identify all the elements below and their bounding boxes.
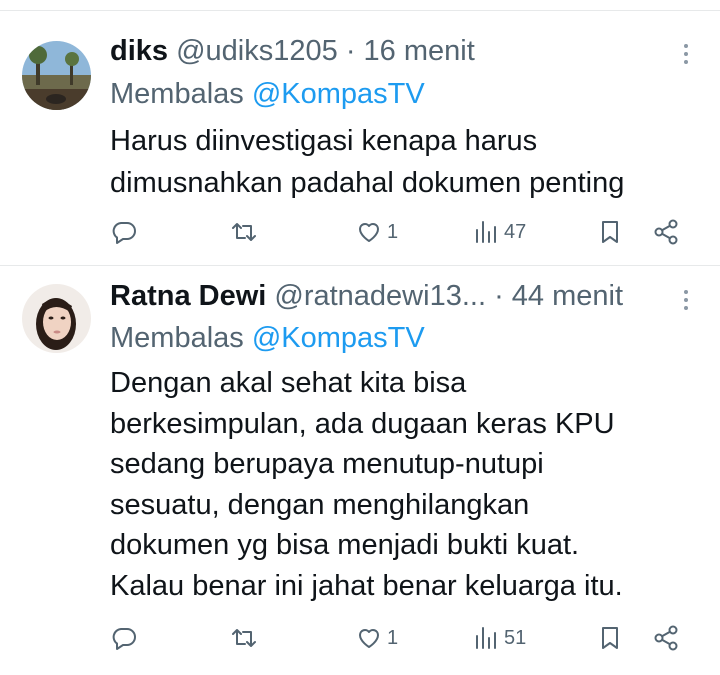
like-count: 1 [387,626,399,649]
mention-link[interactable]: @KompasTV [252,78,425,110]
action-bar: 1 51 [110,621,700,655]
reply-icon [112,628,136,650]
mention-link[interactable]: @KompasTV [252,322,425,354]
action-bar: 1 47 [110,215,700,249]
tweet-header: Ratna Dewi @ratnadewi13... · 44 menit [110,279,660,313]
like-count: 1 [387,220,399,243]
heart-icon [359,629,379,648]
retweet-button[interactable] [230,215,258,249]
heart-icon [359,223,379,242]
views-icon [476,221,496,243]
reply-button[interactable] [110,215,138,249]
views-count: 47 [504,220,527,243]
display-name[interactable]: diks [110,35,168,67]
retweet-icon [232,223,256,241]
timestamp[interactable]: 44 menit [512,280,623,312]
tweet-header: diks @udiks1205 · 16 menit [110,34,660,68]
user-handle[interactable]: @ratnadewi13... [274,280,486,312]
bookmark-button[interactable] [596,621,624,655]
replying-to: Membalas @KompasTV [110,77,425,111]
share-button[interactable] [652,621,680,655]
display-name[interactable]: Ratna Dewi [110,280,266,312]
retweet-icon [232,629,256,647]
avatar[interactable] [22,41,91,110]
views-count: 51 [504,626,527,649]
share-icon [654,219,678,245]
more-icon[interactable] [682,290,690,314]
retweet-button[interactable] [230,621,258,655]
like-button[interactable]: 1 [355,215,398,249]
views-button[interactable]: 51 [472,621,526,655]
bookmark-icon [602,627,618,649]
replying-to-label: Membalas [110,78,244,110]
share-icon [654,625,678,651]
views-button[interactable]: 47 [472,215,526,249]
reply-icon [112,222,136,244]
timestamp[interactable]: 16 menit [364,35,475,67]
views-icon [476,627,496,649]
like-button[interactable]: 1 [355,621,398,655]
replying-to-label: Membalas [110,322,244,354]
tweet-reply[interactable]: Ratna Dewi @ratnadewi13... · 44 menit Me… [0,266,720,675]
bookmark-button[interactable] [596,215,624,249]
separator-dot: · [494,280,504,312]
tweet-text: Harus diinvestigasi kenapa harus dimusna… [110,125,625,199]
reply-button[interactable] [110,621,138,655]
tweet-text: Dengan akal sehat kita bisa berkesimpula… [110,367,623,602]
separator-dot: · [345,35,356,67]
tweet-reply[interactable]: diks @udiks1205 · 16 menit Membalas @Kom… [0,22,720,266]
more-icon[interactable] [682,44,690,68]
bookmark-icon [602,221,618,243]
avatar[interactable] [22,284,91,353]
share-button[interactable] [652,215,680,249]
replying-to: Membalas @KompasTV [110,321,425,355]
top-divider [0,0,720,11]
user-handle[interactable]: @udiks1205 [176,35,338,67]
